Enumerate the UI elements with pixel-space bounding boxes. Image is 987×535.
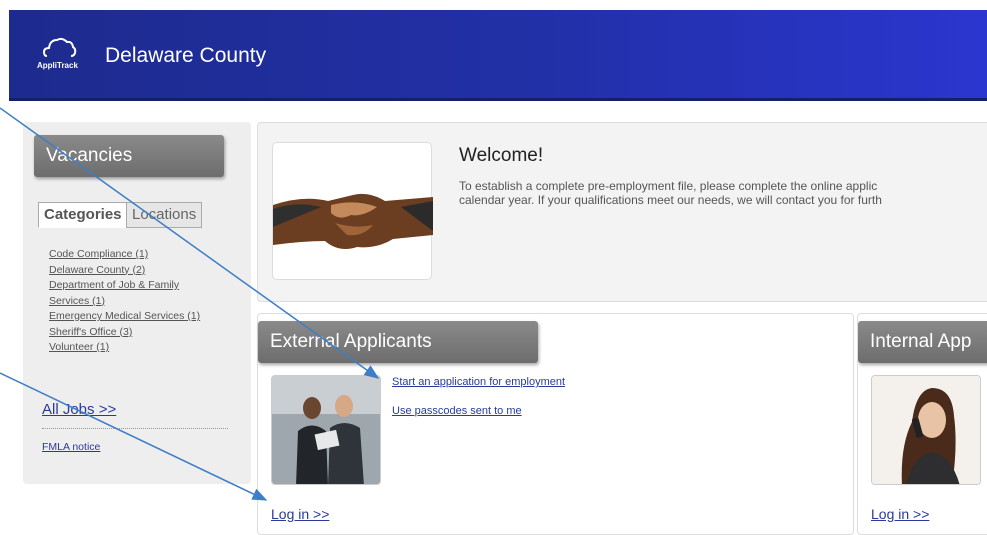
external-applicants-panel: External Applicants Start an application…: [257, 313, 854, 535]
category-link-job-family[interactable]: Department of Job & Family: [49, 278, 244, 294]
category-link-ems[interactable]: Emergency Medical Services (1): [49, 309, 244, 325]
organization-name[interactable]: Delaware County: [105, 44, 266, 68]
category-link-volunteer[interactable]: Volunteer (1): [49, 340, 244, 356]
applitrack-logo[interactable]: AppliTrack: [37, 36, 91, 74]
fmla-notice-link[interactable]: FMLA notice: [42, 441, 100, 453]
category-link-job-family-cont[interactable]: Services (1): [49, 294, 244, 310]
welcome-text: To establish a complete pre-employment f…: [459, 179, 987, 207]
start-application-link[interactable]: Start an application for employment: [392, 376, 565, 388]
business-men-photo: [271, 375, 381, 485]
category-link-delaware-county[interactable]: Delaware County (2): [49, 263, 244, 279]
category-link-sheriff[interactable]: Sheriff's Office (3): [49, 325, 244, 341]
vacancies-sidebar: Vacancies Categories Locations Code Comp…: [23, 122, 251, 484]
category-list: Code Compliance (1) Delaware County (2) …: [49, 247, 244, 356]
cloud-logo-icon: [43, 37, 77, 57]
tab-locations[interactable]: Locations: [126, 202, 202, 228]
woman-on-phone-photo: [871, 375, 981, 485]
welcome-panel: Welcome! To establish a complete pre-emp…: [257, 122, 987, 302]
logo-text: AppliTrack: [37, 61, 78, 70]
internal-login-link[interactable]: Log in >>: [871, 506, 929, 522]
welcome-line-1: To establish a complete pre-employment f…: [459, 179, 878, 193]
internal-applicants-heading: Internal App: [858, 321, 987, 363]
vacancies-heading: Vacancies: [34, 135, 224, 177]
external-applicants-heading: External Applicants: [258, 321, 538, 363]
internal-applicants-panel: Internal App Log in >>: [857, 313, 987, 535]
sidebar-divider: [42, 428, 228, 429]
welcome-line-2: calendar year. If your qualifications me…: [459, 193, 882, 207]
category-link-code-compliance[interactable]: Code Compliance (1): [49, 247, 244, 263]
tab-categories[interactable]: Categories: [38, 202, 128, 228]
all-jobs-link[interactable]: All Jobs >>: [42, 401, 116, 418]
use-passcodes-link[interactable]: Use passcodes sent to me: [392, 405, 522, 417]
welcome-title: Welcome!: [459, 145, 544, 166]
handshake-image: [272, 142, 433, 280]
external-login-link[interactable]: Log in >>: [271, 506, 329, 522]
site-header: AppliTrack Delaware County: [9, 10, 987, 101]
